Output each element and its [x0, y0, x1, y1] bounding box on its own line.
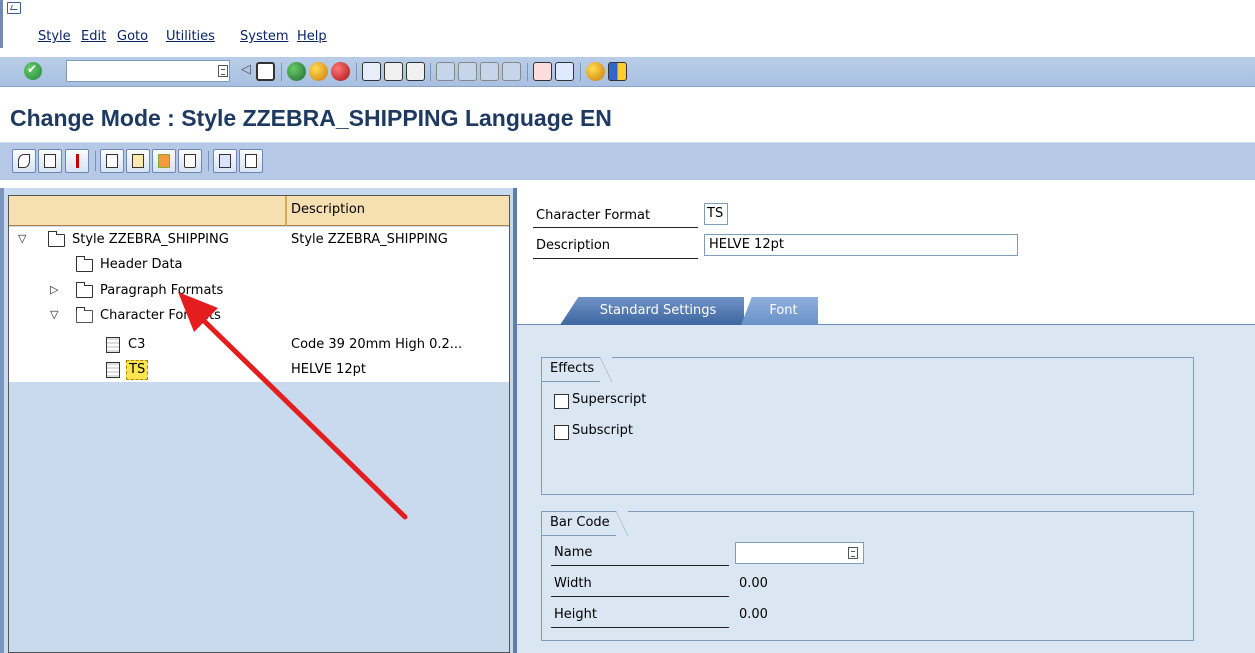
collapse-caret-icon[interactable]: ▽ [18, 232, 26, 245]
menu-help[interactable]: Help [297, 29, 327, 44]
display-change-icon[interactable] [12, 149, 36, 173]
menu-utilities[interactable]: Utilities [166, 29, 215, 44]
exit-icon[interactable] [309, 62, 328, 81]
subscript-checkbox[interactable] [554, 425, 569, 440]
help-icon[interactable] [586, 62, 605, 81]
expand-subtree-icon[interactable] [213, 149, 237, 173]
barcode-name-field[interactable] [735, 542, 864, 564]
superscript-checkbox[interactable] [554, 394, 569, 409]
enter-icon[interactable] [24, 62, 42, 80]
barcode-title: Bar Code [542, 511, 628, 536]
tree-node-style-desc: Style ZZEBRA_SHIPPING [291, 232, 448, 247]
barcode-width-label: Width [554, 576, 592, 591]
tree-header-col1[interactable] [9, 196, 287, 226]
page-title: Change Mode : Style ZZEBRA_SHIPPING Lang… [10, 105, 612, 131]
format-icon [106, 362, 120, 378]
collapse-caret-icon[interactable]: ▽ [50, 308, 58, 321]
barcode-group: Bar Code [541, 511, 1194, 641]
folder-icon [48, 231, 65, 247]
barcode-height-value: 0.00 [739, 607, 768, 622]
subscript-label: Subscript [572, 423, 633, 438]
menu-bar: Style Edit Goto Utilities System Help [0, 0, 1255, 48]
menu-system[interactable]: System [240, 29, 288, 44]
layout-menu-icon[interactable] [608, 62, 627, 81]
format-icon [106, 337, 120, 353]
description-label: Description [536, 238, 611, 253]
effects-group: Effects [541, 357, 1194, 495]
find-icon[interactable] [384, 62, 403, 81]
cancel-icon[interactable] [331, 62, 350, 81]
barcode-height-label: Height [554, 607, 597, 622]
effects-title: Effects [542, 357, 613, 382]
transport-icon[interactable] [152, 149, 176, 173]
barcode-name-dropdown-icon[interactable] [848, 547, 858, 559]
annotation-arrow [178, 292, 408, 520]
tree-node-style[interactable]: Style ZZEBRA_SHIPPING [72, 228, 229, 252]
system-menu-icon[interactable] [7, 2, 21, 14]
description-field[interactable]: HELVE 12pt [704, 234, 1018, 256]
barcode-width-value: 0.00 [739, 576, 768, 591]
collapse-subtree-icon[interactable] [239, 149, 263, 173]
tree-header: Description [9, 196, 509, 226]
folder-icon [76, 256, 93, 272]
previous-page-icon[interactable] [458, 62, 477, 81]
open-folder-icon [76, 307, 93, 323]
tree-node-header-data[interactable]: Header Data [100, 253, 183, 277]
char-format-label: Character Format [536, 208, 651, 223]
collapse-arrow-icon[interactable]: ◁ [241, 62, 251, 77]
char-format-field[interactable]: TS [704, 203, 728, 225]
command-field[interactable] [66, 60, 230, 82]
barcode-name-label: Name [554, 545, 593, 560]
create-icon[interactable] [100, 149, 124, 173]
first-page-icon[interactable] [436, 62, 455, 81]
print-icon[interactable] [362, 62, 381, 81]
folder-icon [76, 282, 93, 298]
tab-standard-settings[interactable]: Standard Settings [560, 297, 744, 325]
menu-style[interactable]: Style [38, 29, 71, 44]
command-history-icon[interactable] [218, 65, 228, 77]
superscript-label: Superscript [572, 392, 647, 407]
copy-icon[interactable] [126, 149, 150, 173]
tree-node-c3[interactable]: C3 [128, 333, 145, 357]
next-page-icon[interactable] [480, 62, 499, 81]
standard-toolbar: ◁ [0, 57, 1255, 87]
create-session-icon[interactable] [533, 62, 552, 81]
tree-header-description[interactable]: Description [287, 196, 509, 226]
back-icon[interactable] [287, 62, 306, 81]
hierarchy-icon[interactable] [38, 149, 62, 173]
menu-edit[interactable]: Edit [81, 29, 106, 44]
menu-goto[interactable]: Goto [117, 29, 148, 44]
application-toolbar [0, 142, 1255, 180]
save-icon[interactable] [256, 62, 275, 81]
expand-caret-icon[interactable]: ▷ [50, 283, 58, 296]
check-icon[interactable] [65, 149, 89, 173]
tab-font[interactable]: Font [741, 297, 818, 325]
last-page-icon[interactable] [502, 62, 521, 81]
delete-icon[interactable] [178, 149, 202, 173]
shortcut-icon[interactable] [555, 62, 574, 81]
find-next-icon[interactable] [406, 62, 425, 81]
